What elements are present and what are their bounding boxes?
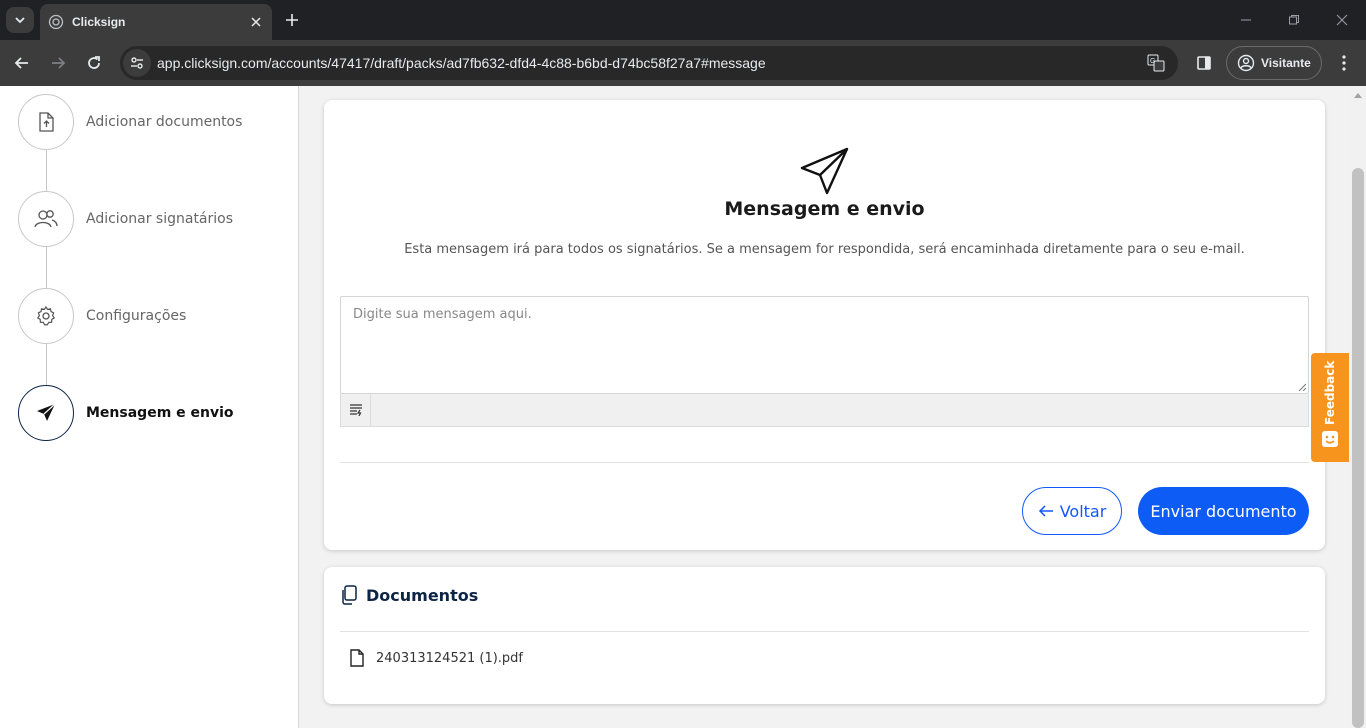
site-settings-icon[interactable]	[123, 49, 151, 77]
window-controls	[1222, 0, 1366, 40]
documents-header: Documentos	[340, 585, 478, 605]
page-title: Mensagem e envio	[724, 198, 925, 220]
minimize-button[interactable]	[1222, 0, 1270, 40]
editor-toolbar	[340, 394, 1309, 427]
documents-card: Documentos 240313124521 (1).pdf	[324, 567, 1325, 704]
document-name: 240313124521 (1).pdf	[376, 650, 524, 666]
file-upload-icon	[39, 112, 54, 132]
forward-arrow-icon[interactable]	[46, 51, 70, 75]
step-label: Mensagem e envio	[86, 405, 234, 421]
url-text: app.clicksign.com/accounts/47417/draft/p…	[157, 55, 766, 71]
reload-icon[interactable]	[82, 51, 106, 75]
browser-toolbar: app.clicksign.com/accounts/47417/draft/p…	[0, 40, 1366, 86]
steps-sidebar: Adicionar documentos Adicionar signatári…	[0, 86, 299, 728]
tab-close-icon[interactable]	[248, 14, 264, 30]
svg-text:G: G	[1150, 58, 1155, 65]
plus-icon	[286, 14, 298, 26]
back-button[interactable]: Voltar	[1022, 487, 1122, 535]
paper-plane-outline-icon	[800, 147, 849, 195]
send-document-button[interactable]: Enviar documento	[1138, 487, 1309, 535]
users-icon	[34, 210, 58, 228]
more-menu-icon[interactable]	[1332, 51, 1356, 75]
textarea-placeholder: Digite sua mensagem aqui.	[353, 307, 532, 322]
step-adicionar-documentos[interactable]: Adicionar documentos	[18, 94, 298, 150]
back-arrow-icon[interactable]	[10, 51, 34, 75]
paper-plane-icon	[37, 403, 56, 421]
step-connector	[46, 150, 47, 192]
address-bar[interactable]: app.clicksign.com/accounts/47417/draft/p…	[120, 46, 1178, 80]
browser-tab[interactable]: Clicksign	[40, 4, 272, 40]
documents-divider	[340, 631, 1309, 632]
step-adicionar-signatarios[interactable]: Adicionar signatários	[18, 191, 298, 247]
step-label: Adicionar signatários	[86, 211, 234, 227]
restore-button[interactable]	[1270, 0, 1318, 40]
step-connector	[46, 344, 47, 386]
close-window-button[interactable]	[1318, 0, 1366, 40]
side-panel-icon[interactable]	[1192, 51, 1216, 75]
tab-title: Clicksign	[72, 15, 126, 29]
step-circle	[18, 288, 74, 344]
step-configuracoes[interactable]: Configurações	[18, 288, 298, 344]
file-icon	[350, 649, 364, 667]
feedback-label: Feedback	[1323, 360, 1337, 426]
smiley-icon	[1322, 431, 1338, 447]
tab-search-button[interactable]	[6, 7, 34, 33]
resize-grip-icon[interactable]	[1298, 383, 1306, 391]
gear-icon	[36, 305, 56, 326]
step-mensagem-e-envio[interactable]: Mensagem e envio	[18, 385, 298, 441]
new-tab-button[interactable]	[282, 10, 302, 30]
message-textarea[interactable]: Digite sua mensagem aqui.	[340, 296, 1309, 394]
step-label: Adicionar documentos	[86, 114, 243, 130]
feedback-tab[interactable]: Feedback	[1311, 353, 1349, 462]
profile-label: Visitante	[1261, 56, 1311, 70]
scrollbar-thumb[interactable]	[1352, 168, 1364, 728]
message-description: Esta mensagem irá para todos os signatár…	[404, 242, 1245, 257]
translate-icon[interactable]: G	[1142, 49, 1170, 77]
step-circle	[18, 94, 74, 150]
card-divider	[340, 462, 1309, 463]
arrow-left-icon	[1038, 505, 1053, 517]
copy-documents-icon	[342, 585, 357, 605]
chevron-down-icon	[15, 17, 25, 24]
text-format-icon	[349, 404, 362, 416]
step-circle	[18, 191, 74, 247]
send-button-label: Enviar documento	[1150, 501, 1297, 521]
scroll-up-icon[interactable]	[1352, 90, 1364, 100]
text-format-button[interactable]	[341, 394, 371, 426]
step-circle	[18, 385, 74, 441]
step-connector	[46, 247, 47, 289]
clicksign-favicon-icon	[48, 14, 64, 30]
page-content: Adicionar documentos Adicionar signatári…	[0, 86, 1366, 728]
account-circle-icon	[1237, 54, 1255, 72]
main-area: Mensagem e envio Esta mensagem irá para …	[299, 86, 1350, 728]
step-label: Configurações	[86, 308, 187, 324]
documents-title: Documentos	[366, 585, 479, 605]
back-button-label: Voltar	[1059, 501, 1107, 521]
message-card: Mensagem e envio Esta mensagem irá para …	[324, 100, 1325, 550]
browser-tab-strip: Clicksign	[0, 0, 1366, 40]
list-item[interactable]: 240313124521 (1).pdf	[350, 649, 523, 667]
profile-button[interactable]: Visitante	[1226, 46, 1322, 80]
